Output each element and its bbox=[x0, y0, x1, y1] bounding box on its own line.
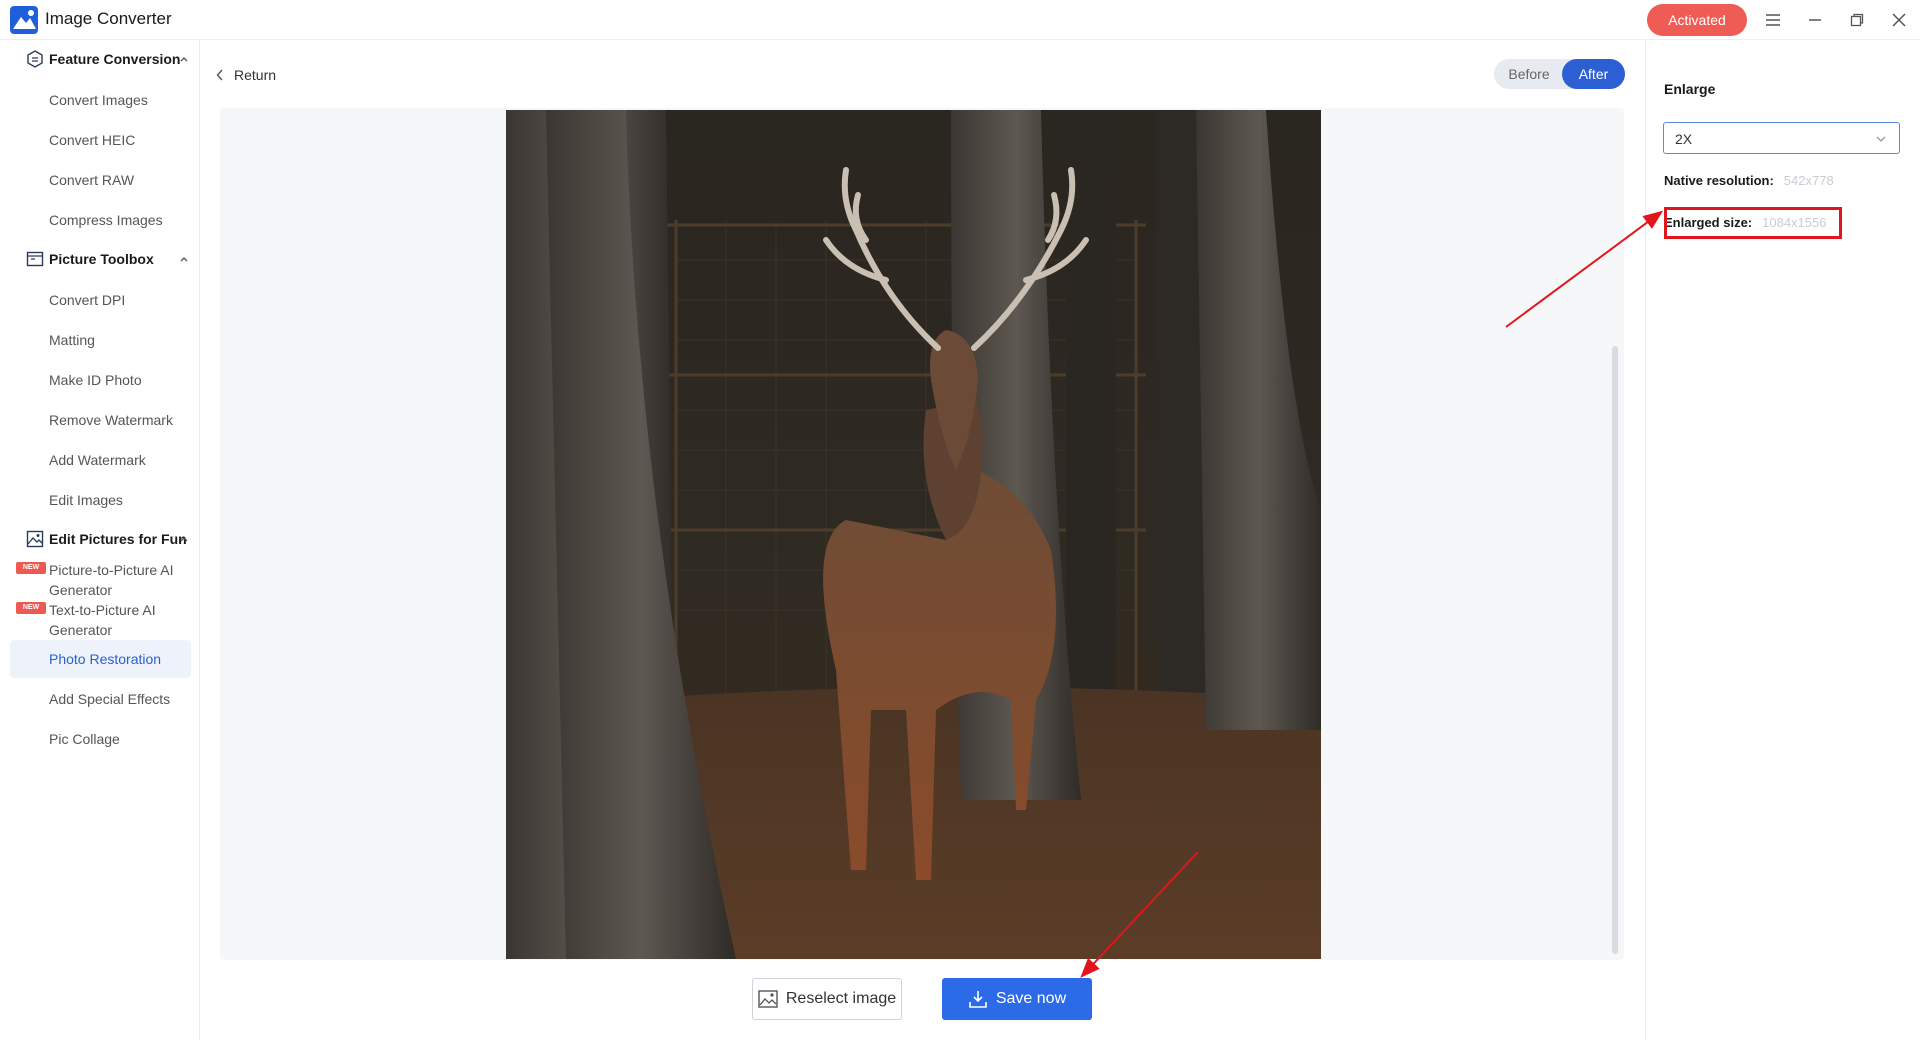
chevron-left-icon bbox=[216, 69, 223, 81]
enlarge-value: 2X bbox=[1675, 131, 1693, 147]
activated-button[interactable]: Activated bbox=[1647, 4, 1747, 36]
restored-photo bbox=[506, 110, 1321, 959]
nav-label: Convert DPI bbox=[49, 292, 126, 308]
save-label: Save now bbox=[995, 990, 1067, 1007]
nav-label: Text-to-Picture AI Generator bbox=[49, 602, 156, 638]
app-logo-icon bbox=[10, 6, 38, 34]
section-feature-conversion[interactable]: Feature Conversion bbox=[0, 44, 200, 74]
native-label: Native resolution: bbox=[1664, 173, 1774, 188]
section-label: Feature Conversion bbox=[49, 51, 181, 67]
section-edit-pictures-for-fun[interactable]: Edit Pictures for Fun bbox=[0, 524, 200, 554]
sidebar-item-matting[interactable]: Matting bbox=[10, 321, 191, 359]
enlarge-select[interactable]: 2X bbox=[1663, 122, 1900, 154]
nav-label: Matting bbox=[49, 332, 95, 348]
nav-label: Pic Collage bbox=[49, 731, 120, 747]
sidebar: Feature Conversion Convert Images Conver… bbox=[0, 40, 200, 1040]
reselect-image-button[interactable]: Reselect image bbox=[752, 978, 902, 1020]
nav-label: Make ID Photo bbox=[49, 372, 142, 388]
toggle-before[interactable]: Before bbox=[1494, 59, 1564, 89]
edit-pictures-icon bbox=[26, 530, 44, 548]
sidebar-item-pic-collage[interactable]: Pic Collage bbox=[10, 720, 191, 758]
nav-label: Convert HEIC bbox=[49, 132, 136, 148]
chevron-up-icon bbox=[180, 537, 188, 542]
nav-label: Photo Restoration bbox=[49, 651, 162, 667]
sidebar-item-photo-restoration[interactable]: Photo Restoration bbox=[10, 640, 191, 678]
restore-icon[interactable] bbox=[1845, 8, 1869, 32]
image-icon bbox=[758, 990, 778, 1008]
new-badge: NEW bbox=[16, 562, 46, 574]
before-after-toggle[interactable]: Before After bbox=[1494, 59, 1625, 89]
settings-panel bbox=[1645, 40, 1920, 1040]
sidebar-item-compress-images[interactable]: Compress Images bbox=[10, 201, 191, 239]
sidebar-item-edit-images[interactable]: Edit Images bbox=[10, 481, 191, 519]
preview-scrollbar[interactable] bbox=[1612, 346, 1618, 954]
sidebar-item-convert-images[interactable]: Convert Images bbox=[10, 81, 191, 119]
sidebar-item-remove-watermark[interactable]: Remove Watermark bbox=[10, 401, 191, 439]
enlarge-title: Enlarge bbox=[1664, 81, 1716, 97]
close-icon[interactable] bbox=[1887, 8, 1911, 32]
sidebar-item-make-id-photo[interactable]: Make ID Photo bbox=[10, 361, 191, 399]
section-label: Edit Pictures for Fun bbox=[49, 531, 187, 547]
app-title: Image Converter bbox=[45, 9, 172, 28]
minimize-icon[interactable] bbox=[1803, 8, 1827, 32]
sidebar-item-convert-dpi[interactable]: Convert DPI bbox=[10, 281, 191, 319]
sidebar-item-picture-to-picture[interactable]: NEW Picture-to-Picture AI Generator bbox=[10, 560, 191, 600]
chevron-up-icon bbox=[180, 57, 188, 62]
reselect-label: Reselect image bbox=[785, 990, 897, 1007]
feature-conversion-icon bbox=[27, 50, 43, 68]
sidebar-item-convert-heic[interactable]: Convert HEIC bbox=[10, 121, 191, 159]
sidebar-item-convert-raw[interactable]: Convert RAW bbox=[10, 161, 191, 199]
chevron-up-icon bbox=[180, 257, 188, 262]
nav-label: Edit Images bbox=[49, 492, 123, 508]
sidebar-item-text-to-picture[interactable]: NEW Text-to-Picture AI Generator bbox=[10, 600, 191, 640]
native-value: 542x778 bbox=[1783, 173, 1834, 188]
nav-label: Convert RAW bbox=[49, 172, 135, 188]
save-now-button[interactable]: Save now bbox=[942, 978, 1092, 1020]
return-link[interactable]: Return bbox=[216, 65, 276, 85]
menu-icon[interactable] bbox=[1761, 8, 1785, 32]
section-picture-toolbox[interactable]: Picture Toolbox bbox=[0, 244, 200, 274]
return-label: Return bbox=[234, 67, 277, 83]
picture-toolbox-icon bbox=[26, 251, 44, 267]
nav-label: Compress Images bbox=[49, 212, 163, 228]
new-badge: NEW bbox=[16, 602, 46, 614]
chevron-down-icon bbox=[1876, 136, 1886, 142]
toggle-after[interactable]: After bbox=[1562, 59, 1625, 89]
section-label: Picture Toolbox bbox=[49, 251, 154, 267]
nav-label: Convert Images bbox=[49, 92, 148, 108]
sidebar-item-add-watermark[interactable]: Add Watermark bbox=[10, 441, 191, 479]
nav-label: Picture-to-Picture AI Generator bbox=[49, 562, 174, 598]
download-icon bbox=[969, 991, 987, 1008]
title-bar: Image Converter Activated bbox=[0, 0, 1920, 40]
native-resolution-row: Native resolution: 542x778 bbox=[1664, 173, 1834, 188]
nav-label: Remove Watermark bbox=[49, 412, 173, 428]
nav-label: Add Special Effects bbox=[49, 691, 171, 707]
annotation-highlight-box bbox=[1664, 207, 1842, 239]
sidebar-item-add-special-effects[interactable]: Add Special Effects bbox=[10, 680, 191, 718]
nav-label: Add Watermark bbox=[49, 452, 146, 468]
